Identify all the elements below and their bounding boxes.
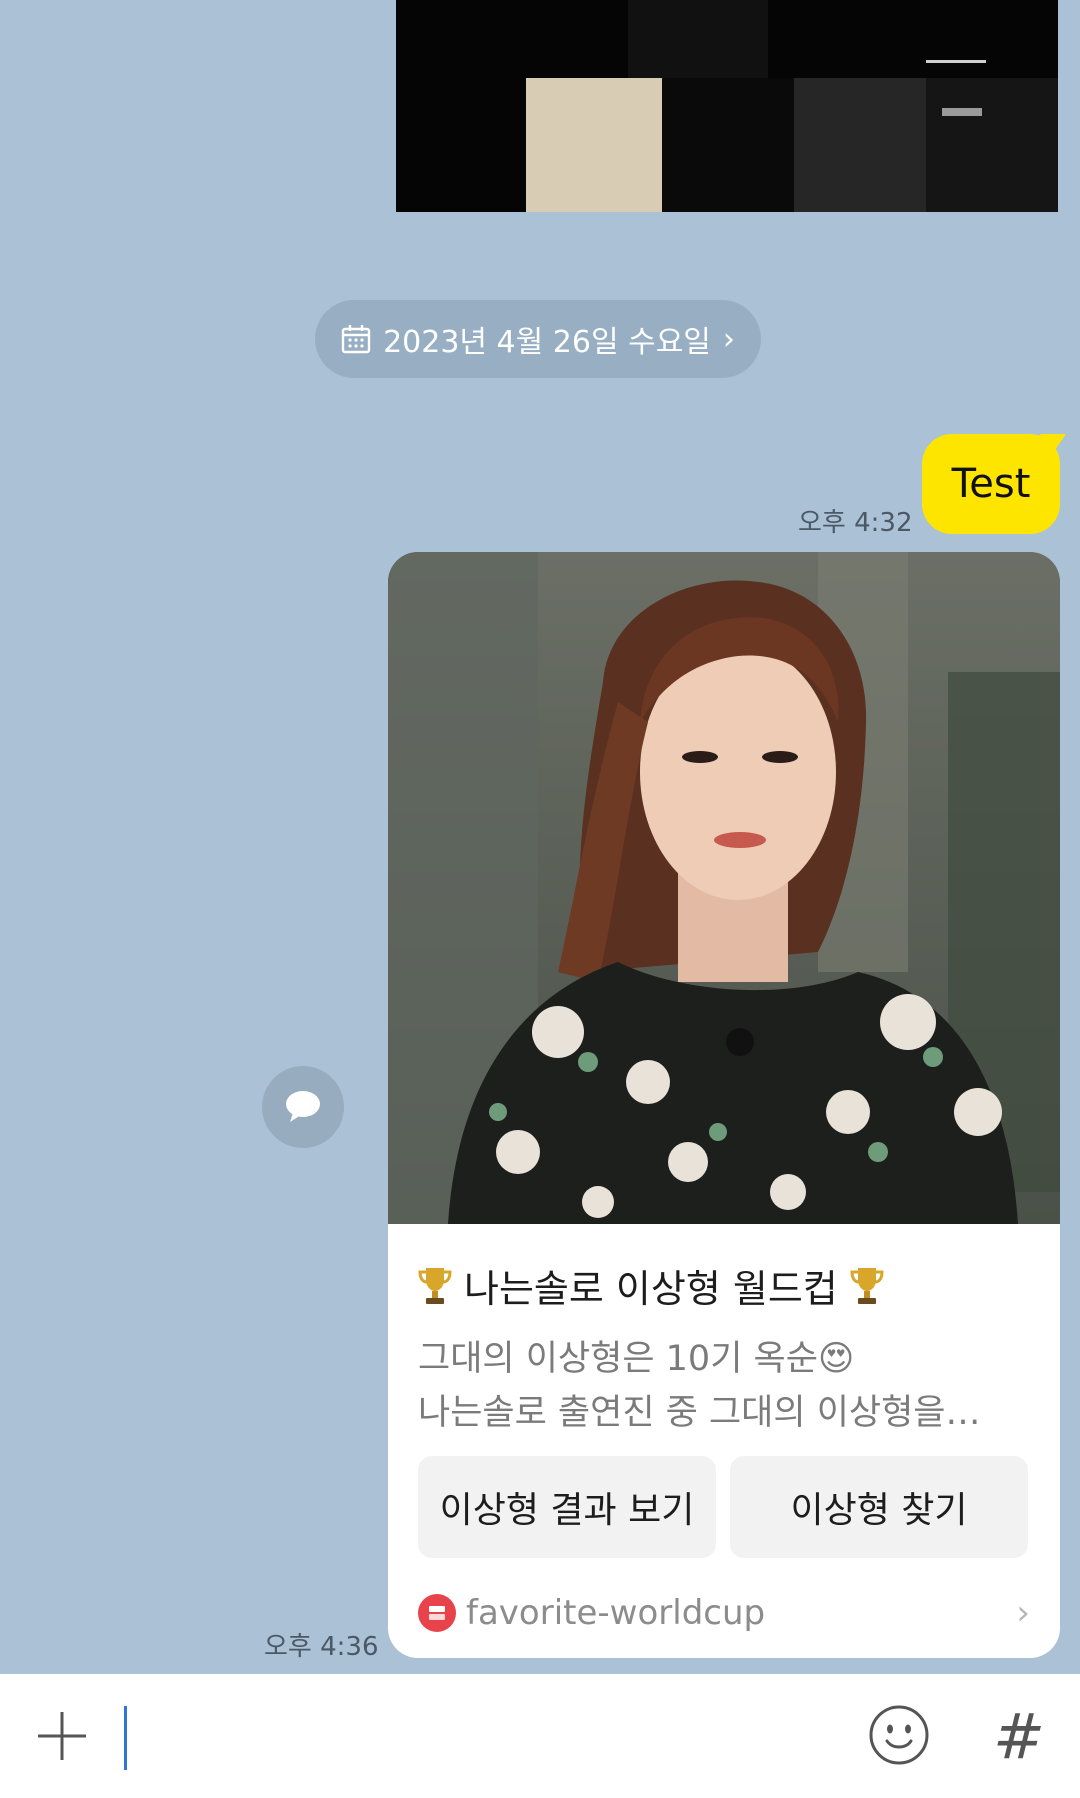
message-input[interactable] xyxy=(124,1706,127,1770)
card-source-label: favorite-worldcup xyxy=(466,1593,766,1633)
censored-image[interactable] xyxy=(396,0,1058,212)
heart-eyes-emoji: 😍 xyxy=(817,1339,855,1379)
card-source[interactable]: favorite-worldcup › xyxy=(418,1588,1030,1638)
message-time: 오후 4:32 xyxy=(798,508,913,538)
share-button[interactable] xyxy=(262,1066,344,1148)
my-message-bubble[interactable]: Test xyxy=(922,434,1060,534)
date-divider-label: 2023년 4월 26일 수요일 xyxy=(383,325,711,360)
app-logo-icon xyxy=(418,1594,456,1632)
portrait-illustration xyxy=(388,552,1060,1224)
card-description-line-2: 나는솔로 출연진 중 그대의 이상형을… xyxy=(418,1393,981,1433)
find-ideal-button[interactable]: 이상형 찾기 xyxy=(730,1456,1028,1558)
card-title: 나는솔로 이상형 월드컵 xyxy=(418,1258,1038,1313)
message-text: Test xyxy=(951,461,1031,507)
chevron-right-icon: › xyxy=(1016,1593,1030,1633)
card-description-line-1: 그대의 이상형은 10기 옥순😍 xyxy=(418,1339,855,1379)
card-description: 그대의 이상형은 10기 옥순😍 나는솔로 출연진 중 그대의 이상형을… xyxy=(418,1332,1028,1440)
calendar-icon xyxy=(341,325,371,354)
view-result-button[interactable]: 이상형 결과 보기 xyxy=(418,1456,716,1558)
chevron-right-icon: › xyxy=(722,321,735,357)
trophy-icon xyxy=(418,1267,452,1304)
emoji-icon[interactable] xyxy=(868,1704,930,1766)
plus-icon[interactable] xyxy=(34,1708,90,1764)
trophy-icon xyxy=(850,1267,884,1304)
link-card[interactable]: 나는솔로 이상형 월드컵 그대의 이상형은 10기 옥순😍 나는솔로 출연진 중… xyxy=(388,552,1060,1658)
card-title-text: 나는솔로 이상형 월드컵 xyxy=(464,1267,838,1311)
speech-bubble-icon xyxy=(286,1091,320,1122)
card-photo[interactable] xyxy=(388,552,1060,1224)
message-input-bar: # xyxy=(0,1674,1080,1798)
date-divider[interactable]: 2023년 4월 26일 수요일 › xyxy=(315,300,761,378)
message-time: 오후 4:36 xyxy=(264,1632,379,1662)
hashtag-search-button[interactable]: # xyxy=(984,1696,1054,1776)
